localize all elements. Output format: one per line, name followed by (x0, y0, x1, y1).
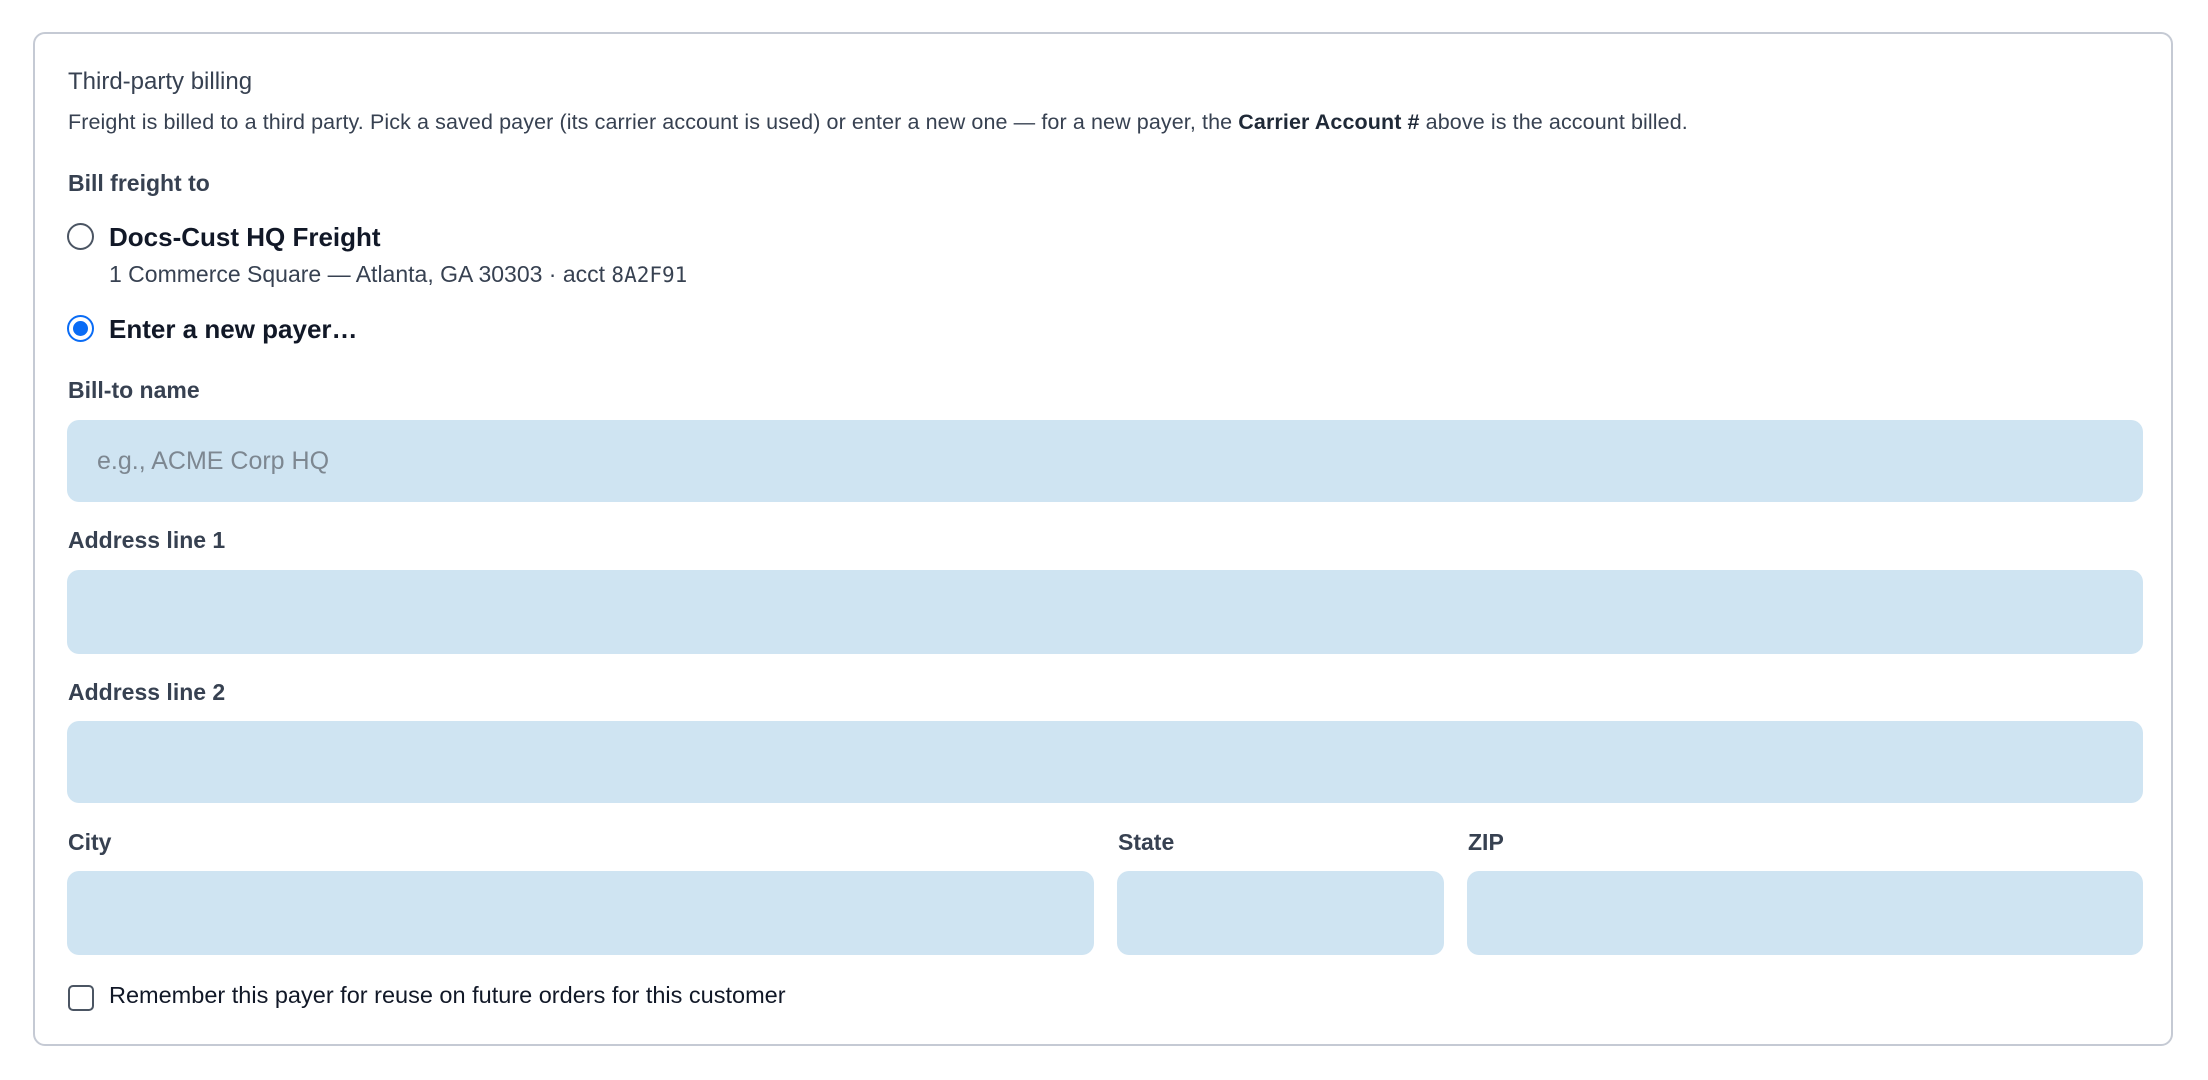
section-title: Third-party billing (68, 68, 253, 95)
remember-payer-checkbox[interactable] (68, 985, 94, 1011)
new-payer-title: Enter a new payer… (109, 314, 358, 344)
saved-payer-radio[interactable] (67, 223, 94, 250)
saved-payer-title: Docs-Cust HQ Freight (109, 222, 381, 252)
state-input[interactable] (1117, 871, 1444, 955)
saved-payer-address-text: 1 Commerce Square — Atlanta, GA 30303 · … (109, 261, 612, 287)
help-text-before: Freight is billed to a third party. Pick… (68, 110, 1239, 134)
saved-payer-account: 8A2F91 (611, 263, 688, 287)
state-label: State (1118, 829, 1175, 855)
city-input[interactable] (67, 871, 1094, 955)
bill-to-name-label: Bill-to name (68, 377, 200, 403)
zip-label: ZIP (1468, 829, 1504, 855)
city-label: City (68, 829, 112, 855)
bill-freight-label: Bill freight to (68, 170, 210, 196)
zip-input[interactable] (1467, 871, 2143, 955)
new-payer-radio[interactable] (67, 315, 94, 342)
address-line-2-label: Address line 2 (68, 679, 226, 705)
bill-to-name-input[interactable] (67, 420, 2143, 502)
address-line-1-label: Address line 1 (68, 527, 226, 553)
help-text: Freight is billed to a third party. Pick… (68, 110, 1688, 135)
address-line-2-input[interactable] (67, 721, 2143, 803)
help-text-bold: Carrier Account # (1238, 110, 1420, 134)
address-line-1-input[interactable] (67, 570, 2143, 654)
saved-payer-address: 1 Commerce Square — Atlanta, GA 30303 · … (109, 261, 687, 288)
remember-payer-label: Remember this payer for reuse on future … (109, 982, 786, 1008)
third-party-billing-panel: Third-party billing Freight is billed to… (33, 32, 2173, 1046)
help-text-after: above is the account billed. (1419, 110, 1688, 134)
